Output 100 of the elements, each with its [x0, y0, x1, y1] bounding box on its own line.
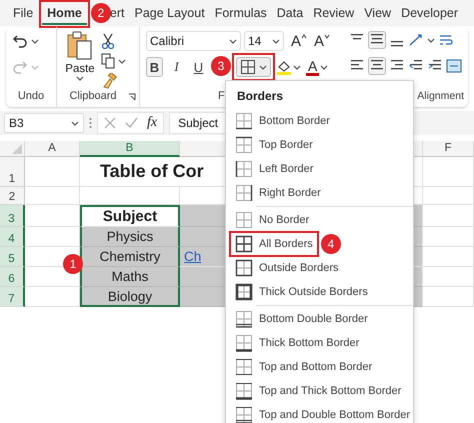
border-icon: [235, 358, 253, 376]
table-cell: [423, 287, 474, 307]
border-icon: [235, 283, 253, 301]
row-header[interactable]: 4: [0, 227, 25, 247]
table-cell: [423, 267, 474, 287]
more-icon: [89, 117, 92, 129]
caret-icon: [272, 38, 280, 44]
ribbon-tab[interactable]: Data: [272, 2, 308, 24]
merge-cells-icon[interactable]: [446, 58, 462, 74]
table-cell: [25, 187, 80, 205]
format-painter-icon[interactable]: [101, 73, 117, 89]
column-header[interactable]: B: [80, 141, 180, 157]
border-icon: [235, 382, 253, 400]
caret-icon: [31, 64, 39, 70]
ribbon-tab[interactable]: View: [359, 2, 396, 24]
column-header[interactable]: F: [423, 141, 474, 157]
dialog-launcher-icon[interactable]: [128, 93, 136, 101]
font-name-field[interactable]: Calibri: [146, 31, 241, 51]
menu-item[interactable]: Top and Bottom Border: [231, 356, 376, 378]
ribbon-tab[interactable]: Review: [308, 2, 360, 24]
menu-item[interactable]: Top Border: [231, 134, 317, 156]
row-header[interactable]: 6: [0, 267, 25, 287]
border-icon: [235, 235, 253, 253]
menu-item[interactable]: All Borders: [231, 233, 317, 255]
step-badge: 3: [211, 56, 231, 76]
table-cell: Physics: [80, 227, 180, 247]
menu-item[interactable]: Thick Outside Borders: [231, 281, 372, 303]
group-label: Alignment: [417, 89, 464, 104]
shrink-font-button[interactable]: A: [314, 32, 330, 50]
italic-button[interactable]: I: [168, 57, 185, 77]
caret-icon: [71, 120, 79, 126]
menu-item[interactable]: Left Border: [231, 158, 318, 180]
ribbon-tab[interactable]: Page Layout: [129, 2, 210, 24]
column-header[interactable]: A: [25, 141, 80, 157]
align-center-icon[interactable]: [368, 57, 386, 75]
undo-icon[interactable]: [12, 33, 28, 49]
ribbon-tab[interactable]: File: [8, 2, 38, 24]
row-header[interactable]: 2: [0, 187, 25, 205]
caret-icon: [259, 64, 267, 70]
font-size-field[interactable]: 14: [244, 31, 284, 51]
table-cell: Subject: [80, 205, 180, 227]
menu-item[interactable]: Top and Double Bottom Border: [231, 404, 414, 423]
step-badge: 1: [63, 254, 83, 274]
border-icon: [235, 184, 253, 202]
orientation-icon[interactable]: [408, 32, 424, 48]
row-header[interactable]: 3: [0, 205, 25, 227]
group-label: F: [218, 89, 225, 104]
ribbon-tab[interactable]: Formulas: [210, 2, 272, 24]
table-cell: [423, 227, 474, 247]
table-cell: [423, 205, 474, 227]
border-icon: [235, 160, 253, 178]
table-cell: Maths: [80, 267, 180, 287]
borders-button[interactable]: [236, 57, 271, 77]
menu-item[interactable]: Top and Thick Bottom Border: [231, 380, 406, 402]
table-cell: Biology: [80, 287, 180, 307]
name-box[interactable]: B3: [4, 113, 84, 133]
group-label: Undo: [16, 89, 46, 104]
caret-icon: [229, 38, 237, 44]
caret-icon[interactable]: [118, 58, 126, 64]
caret-icon[interactable]: [320, 64, 328, 70]
grow-font-button[interactable]: A: [291, 32, 308, 50]
border-icon: [235, 334, 253, 352]
table-cell: [423, 157, 474, 187]
scissors-icon[interactable]: [101, 33, 115, 49]
table-cell: [25, 157, 80, 187]
caret-icon: [76, 75, 84, 82]
menu-title: Borders: [236, 88, 284, 105]
border-icon: [235, 211, 253, 229]
row-header[interactable]: 1: [0, 157, 25, 187]
font-color-button[interactable]: A: [306, 58, 320, 76]
copy-icon[interactable]: [101, 53, 115, 69]
fill-color-icon[interactable]: [276, 59, 292, 75]
border-icon: [235, 406, 253, 423]
border-icon: [235, 112, 253, 130]
table-cell: Chemistry: [80, 247, 180, 267]
menu-item[interactable]: No Border: [231, 209, 314, 231]
row-header[interactable]: 5: [0, 247, 25, 267]
caret-icon: [324, 34, 330, 38]
border-icon: [235, 136, 253, 154]
grid-icon: [240, 59, 256, 75]
caret-icon[interactable]: [31, 38, 39, 44]
table-cell: [423, 187, 474, 205]
menu-item[interactable]: Outside Borders: [231, 257, 342, 279]
align-middle-icon[interactable]: [368, 31, 386, 49]
redo-icon: [12, 59, 28, 75]
ribbon-tab[interactable]: Home: [42, 2, 87, 24]
menu-item[interactable]: Thick Bottom Border: [231, 332, 364, 354]
step-badge: 2: [90, 2, 111, 22]
underline-button[interactable]: U: [190, 57, 207, 77]
menu-item[interactable]: Bottom Double Border: [231, 308, 372, 330]
border-icon: [235, 259, 253, 277]
check-icon[interactable]: [125, 117, 138, 129]
caret-icon[interactable]: [427, 36, 435, 44]
caret-icon[interactable]: [293, 64, 301, 70]
bold-button[interactable]: B: [146, 57, 163, 77]
insert-function-button[interactable]: fx: [147, 115, 158, 131]
caret-icon: [301, 34, 308, 38]
paste-button[interactable]: Paste: [63, 31, 97, 89]
row-header[interactable]: 7: [0, 287, 25, 307]
ribbon-tab[interactable]: Developer: [396, 2, 464, 24]
